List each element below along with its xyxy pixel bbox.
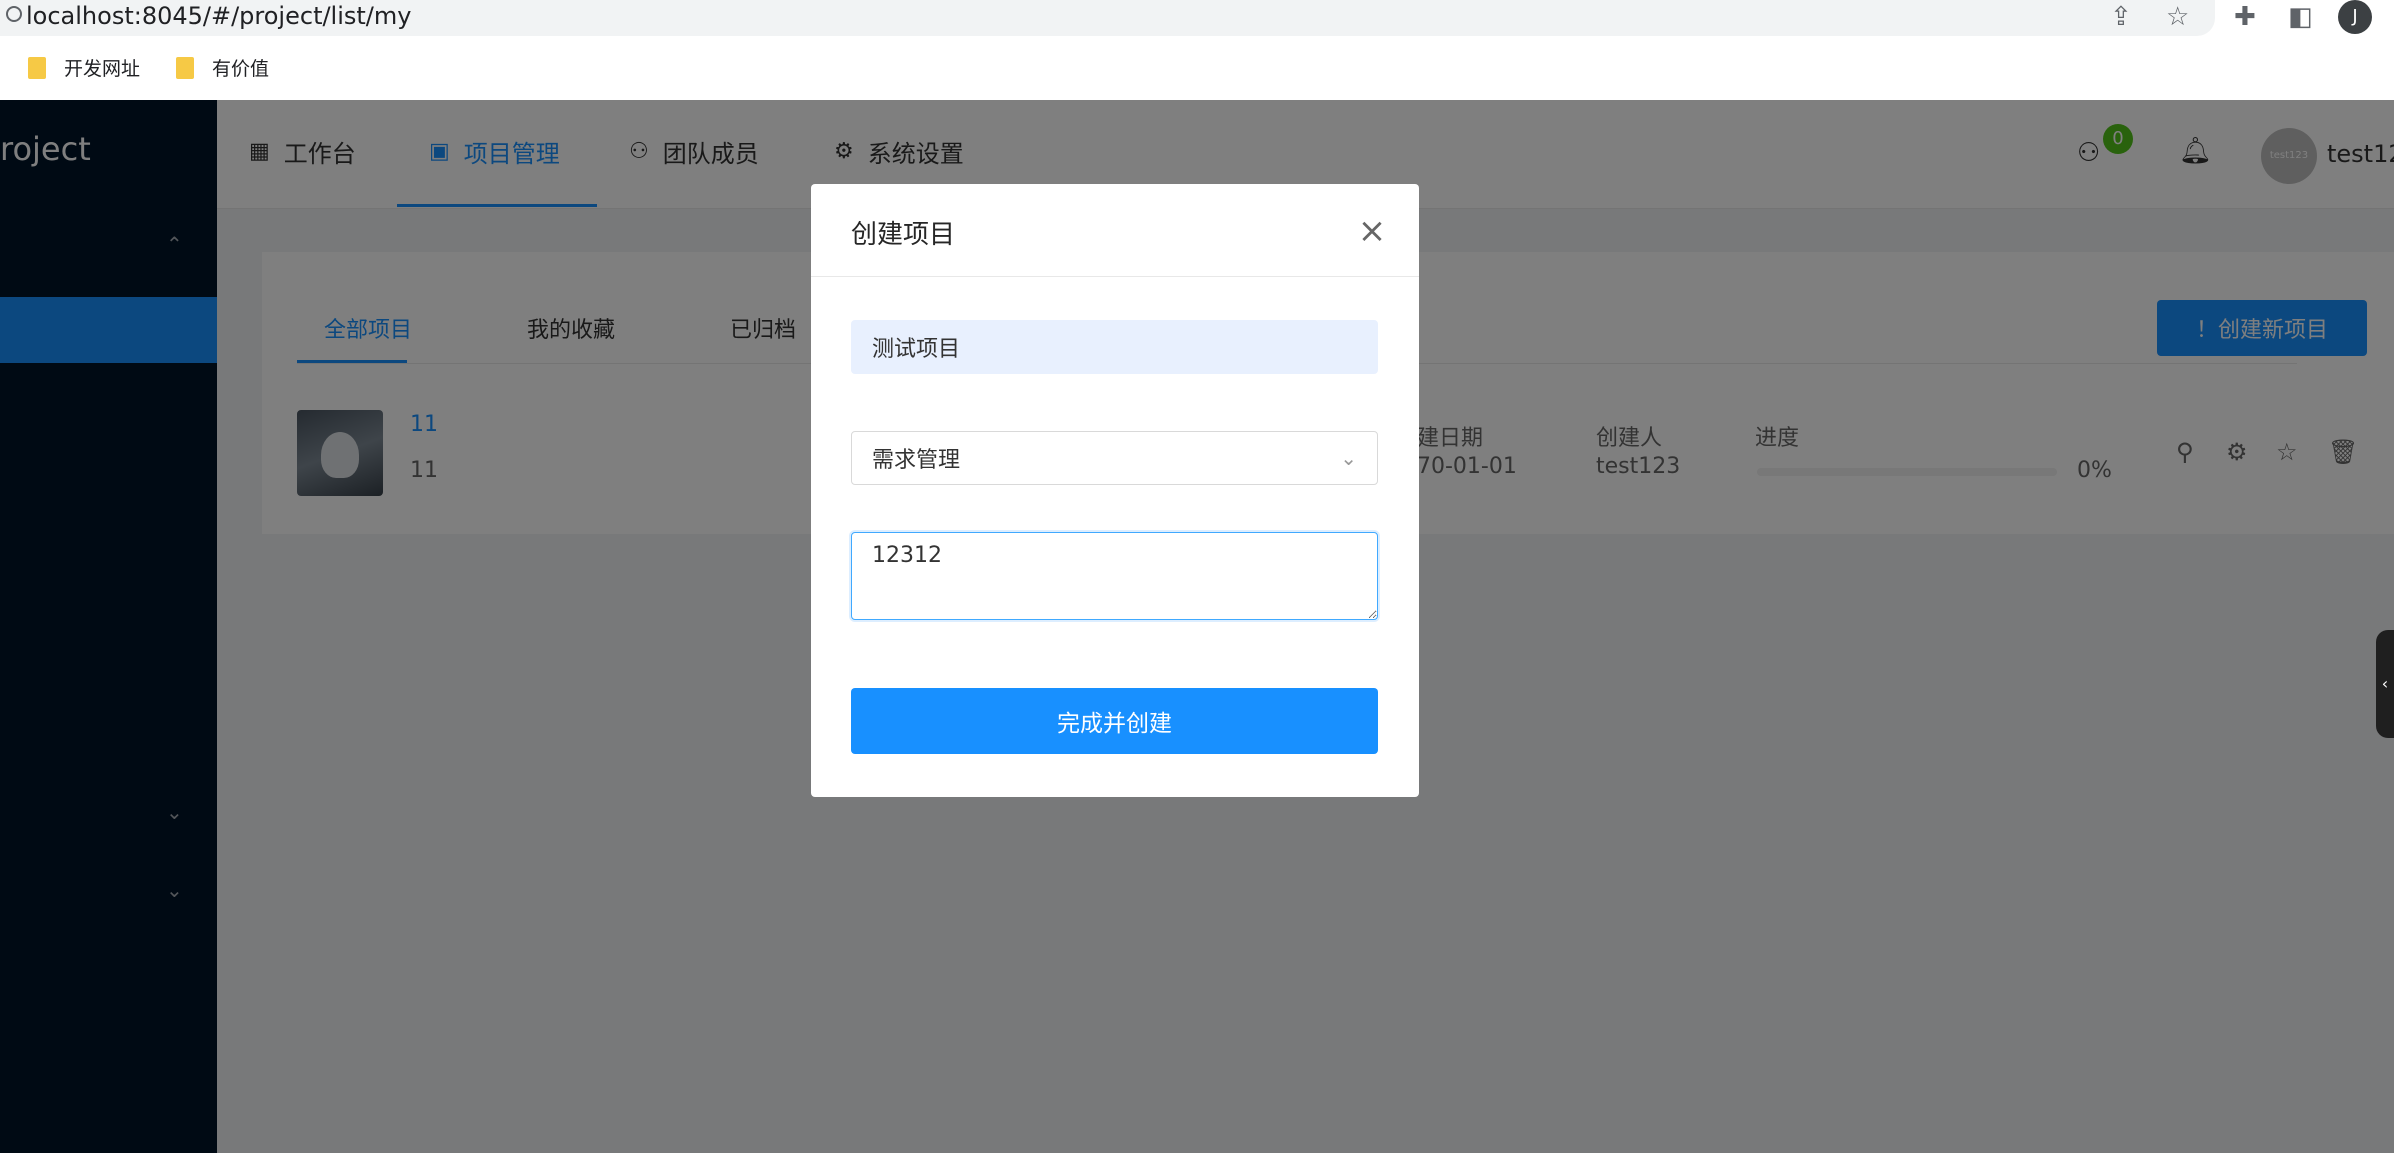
site-info-icon[interactable] [6, 6, 22, 22]
star-icon[interactable]: ☆ [2166, 2, 2189, 32]
folder-icon [176, 56, 194, 79]
project-name-input[interactable] [851, 320, 1378, 374]
modal-title: 创建项目 [851, 220, 956, 250]
modal-header: 创建项目 × [811, 184, 1419, 277]
extensions-icon[interactable]: ✚ [2234, 2, 2256, 32]
create-project-modal: 创建项目 × 需求管理 ⌄ 12312 完成并创建 [811, 184, 1419, 797]
browser-chrome: localhost:8045/#/project/list/my ⇪ ☆ ✚ ◧… [0, 0, 2394, 101]
finish-create-button[interactable]: 完成并创建 [851, 688, 1378, 754]
share-icon[interactable]: ⇪ [2110, 2, 2132, 32]
chevron-left-icon[interactable]: ‹ [2376, 630, 2394, 738]
sidepanel-icon[interactable]: ◧ [2288, 2, 2313, 32]
folder-icon [28, 56, 46, 79]
url-text[interactable]: localhost:8045/#/project/list/my [26, 2, 411, 30]
bookmark-youjiazhi[interactable]: 有价值 [176, 54, 269, 81]
bookmark-label: 有价值 [212, 58, 270, 80]
chevron-down-icon: ⌄ [1340, 446, 1357, 470]
bookmark-kaifa[interactable]: 开发网址 [28, 54, 140, 81]
profile-avatar[interactable]: J [2338, 0, 2372, 34]
bookmark-label: 开发网址 [64, 58, 141, 80]
address-bar[interactable]: localhost:8045/#/project/list/my [0, 0, 2215, 36]
project-description-textarea[interactable]: 12312 [851, 532, 1378, 620]
template-select[interactable]: 需求管理 ⌄ [851, 431, 1378, 485]
template-selected-value: 需求管理 [872, 448, 961, 473]
close-icon[interactable]: × [1349, 208, 1395, 254]
